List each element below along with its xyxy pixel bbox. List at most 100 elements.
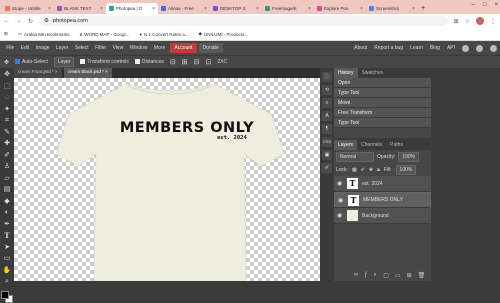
- extensions-icon[interactable]: ⊞: [454, 18, 459, 25]
- close-icon[interactable]: ×: [412, 6, 415, 12]
- auto-select-target-dropdown[interactable]: Layer: [53, 57, 75, 67]
- history-item[interactable]: Move: [334, 98, 431, 108]
- delete-layer-icon[interactable]: 🗑︎: [418, 272, 426, 279]
- layer-mask-icon[interactable]: ▢: [383, 272, 389, 279]
- align-center-icon[interactable]: ⊞: [182, 58, 188, 66]
- facebook-icon[interactable]: [490, 44, 497, 52]
- browser-menu-icon[interactable]: ⋮: [490, 18, 496, 25]
- distances-checkbox[interactable]: Distances: [134, 59, 164, 65]
- eye-icon[interactable]: ◉: [337, 180, 343, 187]
- site-info-icon[interactable]: ⚙: [44, 18, 49, 24]
- canvas-area[interactable]: MEMBERS ONLY est. 2024: [14, 78, 320, 281]
- twitter-icon[interactable]: [476, 44, 483, 52]
- menu-view[interactable]: View: [109, 45, 126, 51]
- move-tool-icon[interactable]: ✥: [2, 70, 12, 80]
- layer-row[interactable]: ◉ T est. 2024: [334, 176, 431, 192]
- bookmark-item[interactable]: ▭ Arabia Mtn Bookmarks: [18, 31, 70, 37]
- bookmark-item[interactable]: ● N.1 Convert Rates a...: [139, 32, 188, 37]
- close-window-icon[interactable]: ×: [494, 2, 498, 8]
- bookmark-item[interactable]: ■ WORD MAP - Googl...: [80, 32, 130, 37]
- gradient-tool-icon[interactable]: ▤: [2, 185, 12, 195]
- hand-tool-icon[interactable]: ✋: [2, 266, 12, 276]
- learn-link[interactable]: Learn: [410, 45, 423, 51]
- lock-position-icon[interactable]: ✥: [369, 167, 373, 173]
- css-panel-icon[interactable]: CSS: [322, 137, 332, 147]
- bookmark-item[interactable]: ◆ UNILUMI - Products...: [198, 31, 247, 37]
- menu-edit[interactable]: Edit: [17, 45, 32, 51]
- blend-mode-dropdown[interactable]: Normal: [336, 152, 374, 162]
- back-icon[interactable]: ←: [4, 18, 10, 24]
- close-icon[interactable]: ×: [55, 69, 58, 74]
- tab-history[interactable]: History: [334, 68, 358, 78]
- crop-tool-icon[interactable]: ⌗: [2, 116, 12, 126]
- browser-tab[interactable]: Screenshot ×: [366, 3, 418, 14]
- dodge-tool-icon[interactable]: ◐: [2, 208, 12, 218]
- move-tool-icon[interactable]: ✥: [4, 59, 9, 66]
- menu-file[interactable]: File: [3, 45, 17, 51]
- adjustment-layer-icon[interactable]: ◐: [374, 272, 378, 279]
- history-item[interactable]: Open: [334, 78, 431, 88]
- menu-layer[interactable]: Layer: [53, 45, 72, 51]
- history-item[interactable]: Free Transform: [334, 108, 431, 118]
- close-icon[interactable]: ×: [152, 6, 155, 12]
- zoom-tool-icon[interactable]: ⌕: [2, 277, 12, 287]
- align-left-icon[interactable]: ⊟: [170, 58, 176, 66]
- history-item[interactable]: Type Tool: [334, 118, 431, 128]
- eraser-tool-icon[interactable]: ▱: [2, 174, 12, 184]
- brush-tool-icon[interactable]: ✐: [2, 151, 12, 161]
- menu-select[interactable]: Select: [72, 45, 92, 51]
- browser-tab[interactable]: BLANK TEXT ×: [54, 3, 106, 14]
- browser-tab[interactable]: DESKTOP S ×: [210, 3, 262, 14]
- close-icon[interactable]: ×: [360, 6, 363, 12]
- close-icon[interactable]: ×: [204, 6, 207, 12]
- new-folder-icon[interactable]: ▭: [395, 272, 401, 279]
- clone-stamp-tool-icon[interactable]: ♙: [2, 162, 12, 172]
- browser-tab[interactable]: Stope - Untitle ×: [2, 3, 54, 14]
- character-panel-icon[interactable]: A: [322, 111, 332, 121]
- browser-tab[interactable]: Explore Pos ×: [314, 3, 366, 14]
- distribute-icon[interactable]: ⊡: [205, 58, 211, 66]
- minimize-icon[interactable]: –: [472, 2, 475, 8]
- api-link[interactable]: API: [447, 45, 455, 51]
- donate-button[interactable]: Donate: [198, 43, 223, 53]
- close-icon[interactable]: ×: [256, 6, 259, 12]
- history-item[interactable]: Type Tool: [334, 88, 431, 98]
- pen-tool-icon[interactable]: ✒: [2, 220, 12, 230]
- eye-icon[interactable]: ◉: [338, 197, 344, 204]
- account-button[interactable]: Account: [170, 43, 197, 53]
- path-select-tool-icon[interactable]: ➤: [2, 243, 12, 253]
- auto-select-checkbox[interactable]: Auto-Select: [15, 59, 48, 65]
- new-layer-icon[interactable]: ⊞: [407, 272, 412, 279]
- brush-panel-icon[interactable]: ✐: [322, 163, 332, 173]
- marquee-tool-icon[interactable]: ⬚: [2, 82, 12, 92]
- menu-window[interactable]: Window: [127, 45, 151, 51]
- profile-avatar[interactable]: [476, 17, 484, 25]
- blur-tool-icon[interactable]: ◆: [2, 197, 12, 207]
- paragraph-panel-icon[interactable]: ¶: [322, 124, 332, 134]
- browser-tab[interactable]: Alinaa - Free ×: [158, 3, 210, 14]
- transform-controls-checkbox[interactable]: Transform controls: [80, 59, 129, 65]
- menu-filter[interactable]: Filter: [92, 45, 110, 51]
- lock-paint-icon[interactable]: ✐: [361, 167, 365, 173]
- browser-tab[interactable]: Freemage/K ×: [262, 3, 314, 14]
- doc-tab-cream-black[interactable]: cream Black.psd * ×: [63, 68, 112, 78]
- history-panel-icon[interactable]: ⟲: [322, 85, 332, 95]
- menu-image[interactable]: Image: [32, 45, 52, 51]
- lasso-tool-icon[interactable]: ◌: [2, 93, 12, 103]
- link-layers-icon[interactable]: ∞: [354, 272, 358, 279]
- close-icon[interactable]: ×: [105, 69, 108, 74]
- tab-channels[interactable]: Channels: [357, 140, 386, 150]
- reload-icon[interactable]: ↻: [28, 18, 33, 25]
- healing-tool-icon[interactable]: ✚: [2, 139, 12, 149]
- image-panel-icon[interactable]: ▣: [322, 150, 332, 160]
- close-icon[interactable]: ×: [100, 6, 103, 12]
- blog-link[interactable]: Blog: [430, 45, 440, 51]
- url-input[interactable]: ⚙ photopea.com: [39, 16, 448, 26]
- opacity-input[interactable]: 100%: [398, 152, 420, 162]
- new-tab-icon[interactable]: +: [418, 5, 428, 14]
- lock-all-icon[interactable]: 🔒︎: [377, 167, 380, 173]
- type-tool-icon[interactable]: T: [2, 231, 12, 241]
- close-icon[interactable]: ×: [48, 6, 51, 12]
- align-right-icon[interactable]: ⊟: [194, 58, 200, 66]
- about-link[interactable]: About: [354, 45, 367, 51]
